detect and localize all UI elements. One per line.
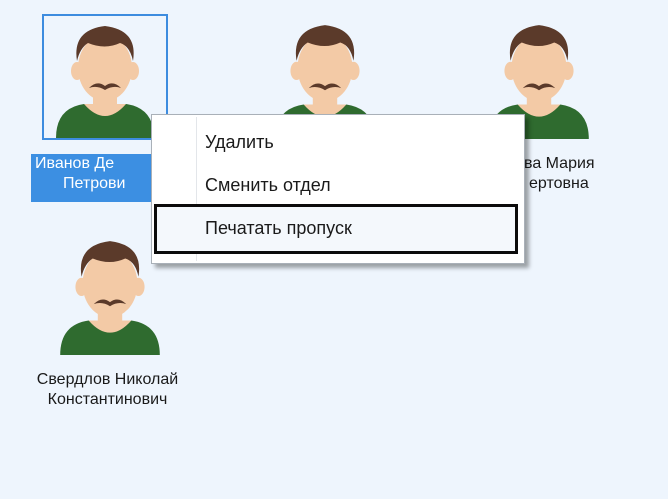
person-name-line1: Иванов Де — [35, 155, 115, 172]
person-name-line2: Петрови — [63, 175, 126, 192]
menu-item-delete[interactable]: Удалить — [205, 127, 274, 157]
person-name-line2: Константинович — [47, 391, 168, 408]
person-avatar-icon — [44, 16, 166, 138]
person-name-line1: ва Мария — [524, 155, 595, 172]
person-photo[interactable] — [42, 14, 168, 140]
menu-item-change-department[interactable]: Сменить отдел — [205, 170, 331, 200]
person-name-line1: Свердлов Николай — [36, 371, 179, 388]
person-name-label[interactable]: Иванов Де Петрови — [31, 154, 151, 202]
person-name-label[interactable]: ва Мария ертовна — [524, 154, 614, 194]
person-name-label[interactable]: Свердлов Николай Константинович — [10, 370, 205, 410]
person-name-line2: ертовна — [529, 175, 589, 192]
personnel-grid: Иванов Де Петрови ва Мария ертовна Сверд… — [0, 0, 668, 499]
context-menu: Удалить Сменить отдел Печатать пропуск — [151, 114, 525, 264]
menu-item-print-pass[interactable]: Печатать пропуск — [205, 213, 352, 243]
